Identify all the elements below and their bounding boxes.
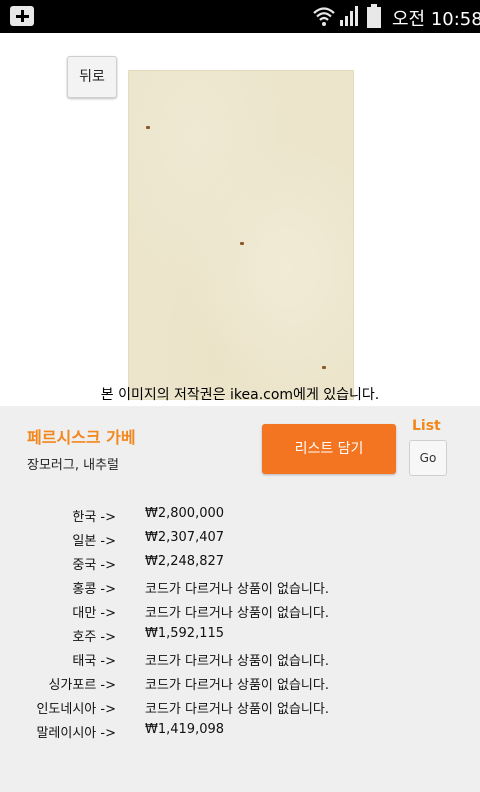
price-value: 코드가 다르거나 상품이 없습니다.	[145, 582, 329, 597]
price-value: ₩2,248,827	[145, 554, 225, 569]
price-row: 싱가포르 -> 코드가 다르거나 상품이 없습니다.	[0, 672, 480, 696]
back-button[interactable]: 뒤로	[67, 56, 117, 98]
price-row: 홍콩 -> 코드가 다르거나 상품이 없습니다.	[0, 576, 480, 600]
country-label: 일본 ->	[72, 534, 116, 549]
product-image	[128, 70, 354, 400]
price-value: ₩2,800,000	[145, 506, 225, 521]
battery-icon	[367, 4, 381, 28]
status-clock: 오전 10:58	[392, 9, 480, 30]
copyright-notice: 본 이미지의 저작권은 ikea.com에게 있습니다.	[100, 387, 380, 403]
country-label: 인도네시아 ->	[36, 702, 116, 717]
price-row: 대만 -> 코드가 다르거나 상품이 없습니다.	[0, 600, 480, 624]
price-value: 코드가 다르거나 상품이 없습니다.	[145, 678, 329, 693]
add-notification-icon[interactable]	[10, 6, 34, 26]
country-label: 중국 ->	[72, 558, 116, 573]
price-value: 코드가 다르거나 상품이 없습니다.	[145, 702, 329, 717]
price-value: 코드가 다르거나 상품이 없습니다.	[145, 606, 329, 621]
product-section: 페르시스크 가베 장모러그, 내추럴 리스트 담기 List Go 한국 -> …	[0, 406, 480, 792]
price-row: 일본 -> ₩2,307,407	[0, 528, 480, 552]
country-label: 싱가포르 ->	[48, 678, 116, 693]
wifi-icon	[313, 7, 335, 26]
price-list: 한국 -> ₩2,800,000 일본 -> ₩2,307,407 중국 -> …	[0, 504, 480, 744]
product-image-panel	[60, 46, 420, 406]
price-value: ₩1,419,098	[145, 722, 225, 737]
country-label: 호주 ->	[72, 630, 116, 645]
country-label: 홍콩 ->	[72, 582, 116, 597]
price-row: 중국 -> ₩2,248,827	[0, 552, 480, 576]
price-value: ₩1,592,115	[145, 626, 225, 641]
price-row: 한국 -> ₩2,800,000	[0, 504, 480, 528]
price-row: 인도네시아 -> 코드가 다르거나 상품이 없습니다.	[0, 696, 480, 720]
go-button[interactable]: Go	[409, 440, 447, 476]
product-name: 페르시스크 가베	[27, 428, 136, 447]
status-bar: 오전 10:58	[0, 0, 480, 33]
country-label: 한국 ->	[72, 510, 116, 525]
price-row: 말레이시아 -> ₩1,419,098	[0, 720, 480, 744]
signal-icon	[340, 6, 358, 26]
list-label: List	[412, 418, 441, 434]
country-label: 대만 ->	[72, 606, 116, 621]
product-subtitle: 장모러그, 내추럴	[27, 458, 119, 473]
country-label: 태국 ->	[72, 654, 116, 669]
price-value: 코드가 다르거나 상품이 없습니다.	[145, 654, 329, 669]
price-value: ₩2,307,407	[145, 530, 225, 545]
price-row: 태국 -> 코드가 다르거나 상품이 없습니다.	[0, 648, 480, 672]
price-row: 호주 -> ₩1,592,115	[0, 624, 480, 648]
add-to-list-button[interactable]: 리스트 담기	[262, 424, 396, 474]
country-label: 말레이시아 ->	[36, 726, 116, 741]
